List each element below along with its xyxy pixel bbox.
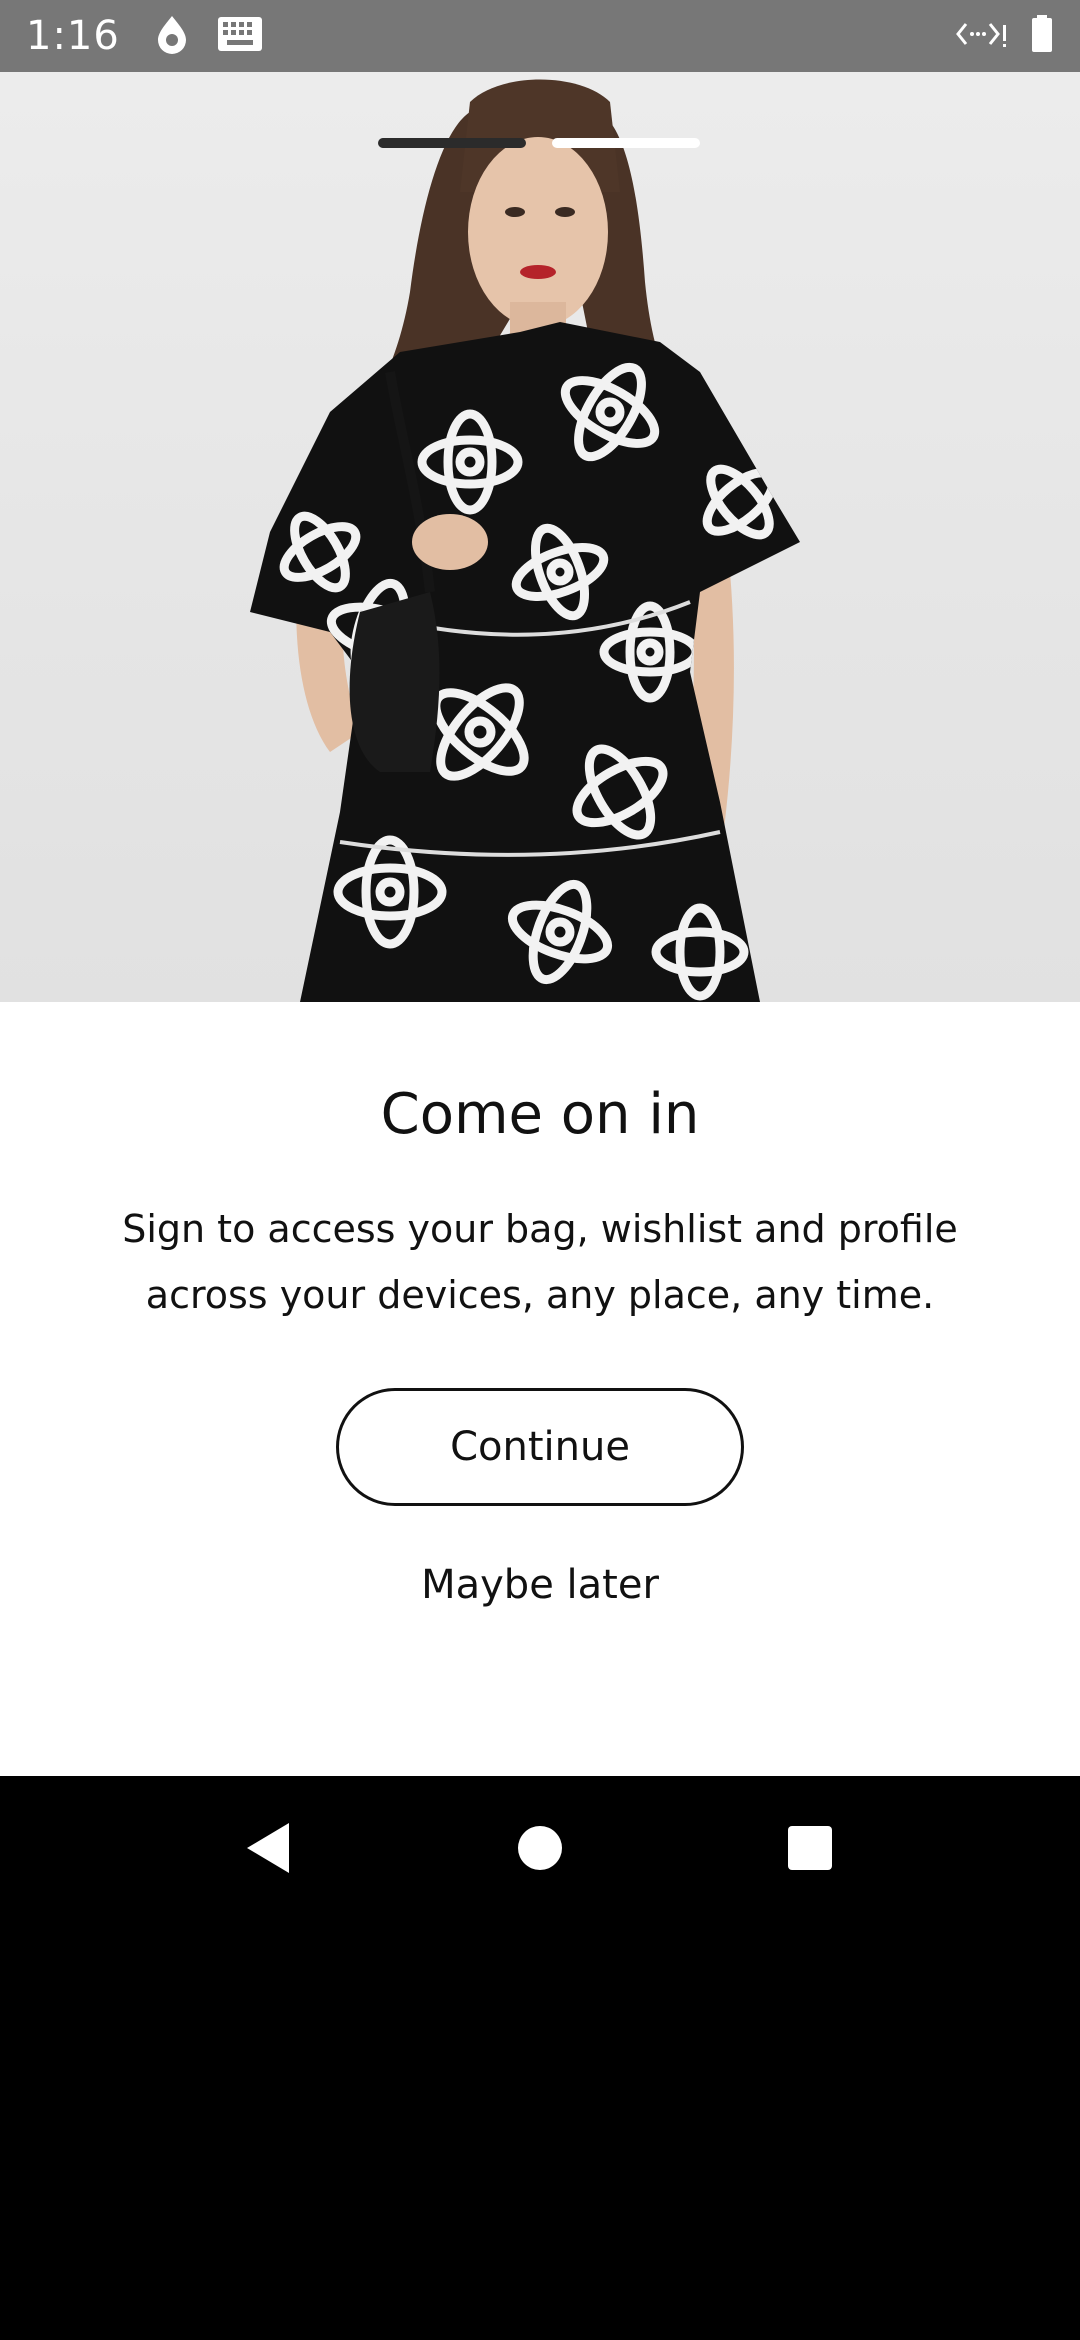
keyboard-icon [216, 13, 264, 59]
recents-icon[interactable] [780, 1818, 840, 1878]
drop-icon [154, 14, 190, 58]
carousel-page-2-indicator[interactable] [552, 138, 700, 148]
sign-in-prompt-card: Come on in Sign to access your bag, wish… [0, 1002, 1080, 1776]
screen: 1:16 Come on in Sign to access your bag,… [0, 0, 1080, 2340]
model-photo [250, 79, 800, 1002]
battery-icon [1030, 14, 1054, 58]
status-left-icons [154, 13, 264, 59]
status-right-icons [956, 14, 1054, 58]
system-nav-bar [0, 1776, 1080, 1916]
subtitle-text: Sign to access your bag, wishlist and pr… [122, 1207, 958, 1317]
status-bar: 1:16 [0, 0, 1080, 72]
status-time: 1:16 [26, 13, 120, 59]
carousel-indicator [378, 138, 700, 148]
maybe-later-link[interactable]: Maybe later [0, 1562, 1080, 1608]
code-signal-icon [956, 19, 1008, 53]
back-icon[interactable] [238, 1818, 298, 1878]
continue-button[interactable]: Continue [336, 1388, 744, 1506]
page-title: Come on in [380, 1082, 700, 1147]
carousel-page-1-indicator[interactable] [378, 138, 526, 148]
hero-image [0, 72, 1080, 1002]
home-icon[interactable] [510, 1818, 570, 1878]
